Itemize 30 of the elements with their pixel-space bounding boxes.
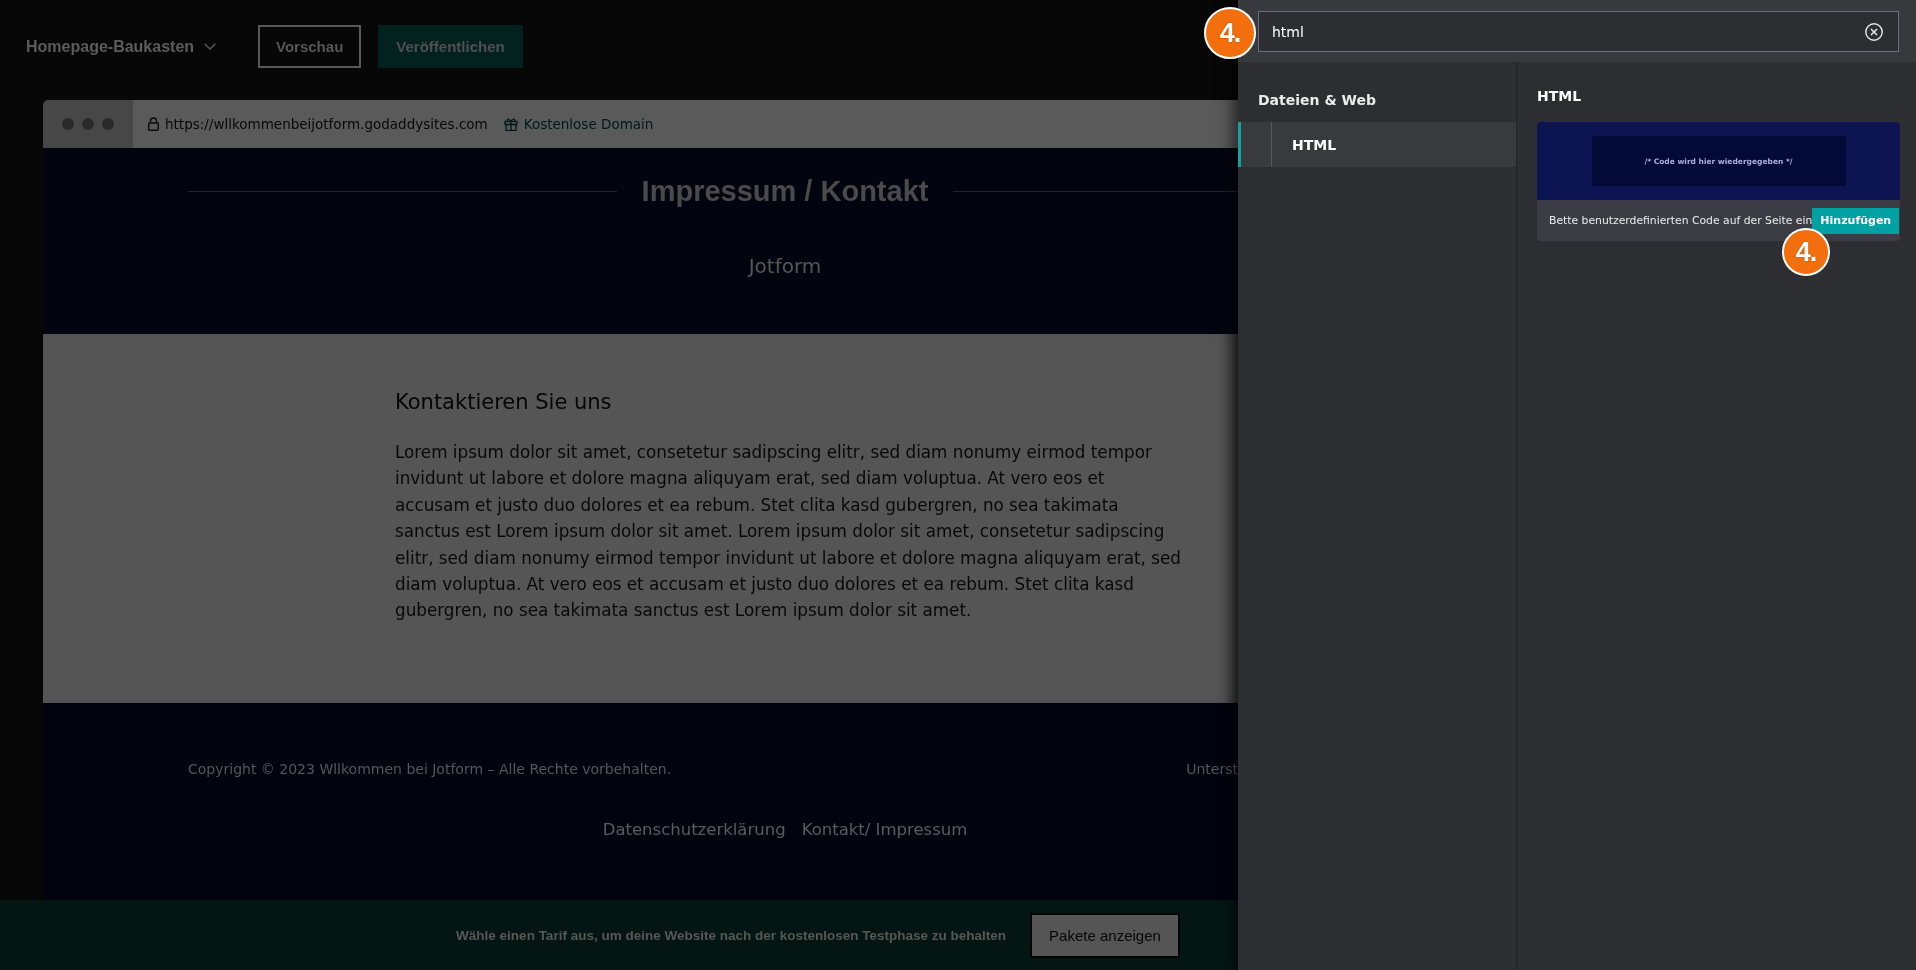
body-paragraph: Lorem ipsum dolor sit amet, consetetur sadipscing elitr, sed diam nonumy eirmod tempor invidunt ut labore et dolore magna aliquyam erat, sed diam voluptua. At vero eos et accusam et justo duo dolores et ea rebum. Stet clita kasd gubergren, no sea takimata sanctus est Lorem ipsum dolor sit amet. Lorem ipsum dolor sit amet, consetetur sadipscing elitr, sed diam nonumy eirmod tempor invidunt ut labore et dolore magna aliquyam erat, sed diam voluptua. At vero eos et accusam et justo duo dolores et ea rebum. Stet clita kasd gubergren, no sea takimata sanctus est Lorem ipsum dolor sit amet. <box>395 441 1181 623</box>
footer-link[interactable]: Kontakt/ Impressum <box>801 820 968 840</box>
preview-button[interactable]: Vorschau <box>258 25 362 68</box>
step-badge: 4. <box>1204 7 1256 59</box>
trial-message: Wähle einen Tarif aus, um deine Website nach der kostenlosen Testphase zu behalten <box>456 927 1006 943</box>
site-builder-menu[interactable]: Homepage-Baukasten <box>26 25 217 68</box>
add-button[interactable]: Hinzufügen <box>1812 207 1900 234</box>
publish-button[interactable]: Veröffentlichen <box>378 25 523 68</box>
footer-link[interactable]: Datenschutzerklärung <box>602 820 786 840</box>
footer-text: Unterst <box>1186 760 1238 778</box>
section-heading: Kontaktieren Sie uns <box>395 389 612 416</box>
show-plans-button[interactable]: Pakete anzeigen <box>1030 912 1180 958</box>
card-description: Bette benutzerdefinierten Code auf der Seite ein <box>1549 213 1813 228</box>
free-domain-link[interactable]: Kostenlose Domain <box>523 116 654 132</box>
url-text: https://wllkommenbeijotform.godaddysites.com <box>165 116 488 132</box>
gift-icon <box>503 117 518 131</box>
search-field[interactable]: html <box>1258 11 1899 52</box>
copyright-text: Copyright © 2023 Wllkommen bei Jotform – Alle Rechte vorbehalten. <box>188 760 672 778</box>
clear-icon[interactable] <box>1865 22 1883 41</box>
page-heading: Impressum / Kontakt <box>641 174 929 208</box>
results-heading: HTML <box>1537 87 1582 105</box>
category-heading: Dateien & Web <box>1257 91 1376 109</box>
window-dot-icon[interactable] <box>82 118 94 130</box>
site-name: Jotform <box>748 254 822 278</box>
lock-icon <box>148 117 159 131</box>
caret-icon <box>204 43 217 50</box>
window-dot-icon[interactable] <box>102 118 114 130</box>
step-badge: 4. <box>1782 228 1830 276</box>
window-dot-icon[interactable] <box>62 118 74 130</box>
category-item[interactable]: HTML <box>1238 122 1516 167</box>
